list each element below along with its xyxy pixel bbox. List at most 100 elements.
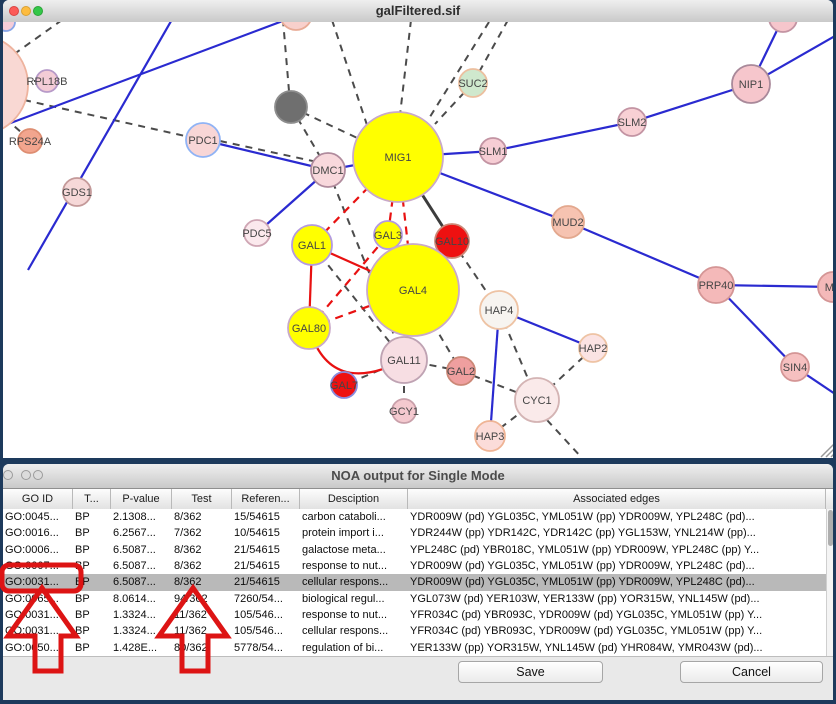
noa-window-titlebar[interactable]: NOA output for Single Mode <box>3 464 833 489</box>
node-label-DMC1: DMC1 <box>312 165 343 177</box>
node-label-GAL80: GAL80 <box>292 323 326 335</box>
node-left-large[interactable] <box>3 35 28 135</box>
network-edge[interactable] <box>283 22 289 91</box>
node-top-cut-2[interactable] <box>769 22 797 32</box>
table-cell: YDR009W (pd) YGL035C, YML051W (pp) YDR00… <box>408 558 826 574</box>
table-cell: BP <box>73 509 111 525</box>
node-label-PRP40: PRP40 <box>699 280 734 292</box>
network-edge[interactable] <box>220 141 322 163</box>
zoom-button[interactable] <box>33 6 43 16</box>
table-row[interactable]: GO:0007...BP6.5087...8/36221/54615respon… <box>3 558 826 574</box>
network-edge[interactable] <box>400 22 411 115</box>
close-button[interactable] <box>9 6 19 16</box>
table-cell: YFR034C (pd) YBR093C, YDR009W (pd) YGL03… <box>408 607 826 623</box>
table-cell: galactose meta... <box>300 542 408 558</box>
table-row[interactable]: GO:0045...BP2.1308...8/36215/54615carbon… <box>3 509 826 525</box>
table-cell: biological regul... <box>300 591 408 607</box>
node-corner-cut[interactable] <box>3 22 15 31</box>
table-cell: GO:0031... <box>3 623 73 639</box>
scrollbar-thumb[interactable] <box>828 510 833 546</box>
table-cell: response to nut... <box>300 607 408 623</box>
node-label-SLM2: SLM2 <box>618 117 647 129</box>
node-label-CYC1: CYC1 <box>522 395 551 407</box>
network-edge[interactable] <box>332 22 368 128</box>
network-edge[interactable] <box>568 222 716 285</box>
column-header-desciption[interactable]: Desciption <box>300 489 408 509</box>
table-row[interactable]: GO:0065...BP8.0614...94/3627260/54...bio… <box>3 591 826 607</box>
window-title: galFiltered.sif <box>3 0 833 22</box>
table-cell: 21/54615 <box>232 558 300 574</box>
network-canvas[interactable]: RPL18BRPS24AGDS1PDC1DMC1MIG1SUC2SLM1PDC5… <box>3 22 833 458</box>
table-cell: GO:0006... <box>3 542 73 558</box>
table-cell: 21/54615 <box>232 542 300 558</box>
zoom-button-inactive[interactable] <box>33 470 43 480</box>
table-cell: 15/54615 <box>232 509 300 525</box>
node-label-GAL2: GAL2 <box>447 366 475 378</box>
network-window: galFiltered.sif RPL18BRPS24AGDS1PDC1DMC1… <box>3 0 833 458</box>
network-edge[interactable] <box>203 140 328 170</box>
network-edge[interactable] <box>547 420 582 458</box>
table-cell: BP <box>73 574 111 590</box>
node-label-GAL1: GAL1 <box>298 240 326 252</box>
table-cell: GO:0016... <box>3 525 73 541</box>
resize-grip-icon[interactable] <box>831 454 833 457</box>
table-cell: BP <box>73 623 111 639</box>
noa-window-title: NOA output for Single Mode <box>3 464 833 488</box>
table-cell: YGL073W (pd) YER103W, YER133W (pp) YOR31… <box>408 591 826 607</box>
column-header-go-id[interactable]: GO ID <box>3 489 73 509</box>
node-label-RPS24A: RPS24A <box>9 136 52 148</box>
column-header-p-value[interactable]: P-value <box>111 489 172 509</box>
table-cell: 105/546... <box>232 607 300 623</box>
column-header-referen-[interactable]: Referen... <box>232 489 300 509</box>
node-label-GAL11: GAL11 <box>387 355 420 367</box>
node-gray-node[interactable] <box>275 91 307 123</box>
node-label-SLM1: SLM1 <box>479 146 508 158</box>
save-button[interactable]: Save <box>458 661 603 683</box>
table-body: GO:0045...BP2.1308...8/36215/54615carbon… <box>3 509 826 656</box>
network-window-titlebar[interactable]: galFiltered.sif <box>3 0 833 23</box>
table-cell: 7/362 <box>172 525 232 541</box>
table-cell: 1.3324... <box>111 607 172 623</box>
minimize-button-inactive[interactable] <box>21 470 31 480</box>
table-cell: 8/362 <box>172 574 232 590</box>
column-header-associated-edges[interactable]: Associated edges <box>408 489 826 509</box>
table-row[interactable]: GO:0031...BP6.5087...8/36221/54615cellul… <box>3 574 826 590</box>
table-cell: 105/546... <box>232 623 300 639</box>
table-cell: 8.0614... <box>111 591 172 607</box>
column-header-t-[interactable]: T... <box>73 489 111 509</box>
table-cell: YDR244W (pp) YDR142C, YDR142C (pp) YGL15… <box>408 525 826 541</box>
column-header-test[interactable]: Test <box>172 489 232 509</box>
network-edge[interactable] <box>493 122 632 151</box>
table-cell: 8/362 <box>172 558 232 574</box>
node-label-SIN4: SIN4 <box>783 362 807 374</box>
table-cell: BP <box>73 558 111 574</box>
table-cell: cellular respons... <box>300 623 408 639</box>
table-cell: BP <box>73 591 111 607</box>
table-cell: 21/54615 <box>232 574 300 590</box>
table-cell: response to nut... <box>300 558 408 574</box>
table-cell: GO:0065... <box>3 591 73 607</box>
table-cell: YFR034C (pd) YBR093C, YDR009W (pd) YGL03… <box>408 623 826 639</box>
table-row[interactable]: GO:0050...BP1.428E...80/3625778/54...reg… <box>3 640 826 656</box>
close-button-inactive[interactable] <box>3 470 13 480</box>
node-label-SUC2: SUC2 <box>458 78 487 90</box>
minimize-button[interactable] <box>21 6 31 16</box>
table-header: GO IDT...P-valueTestReferen...Desciption… <box>3 489 833 510</box>
table-row[interactable]: GO:0006...BP6.5087...8/36221/54615galact… <box>3 542 826 558</box>
table-cell: cellular respons... <box>300 574 408 590</box>
table-cell: 2.1308... <box>111 509 172 525</box>
table-cell: 7260/54... <box>232 591 300 607</box>
table-row[interactable]: GO:0016...BP6.2567...7/36210/54615protei… <box>3 525 826 541</box>
table-cell: carbon cataboli... <box>300 509 408 525</box>
table-row[interactable]: GO:0031...BP1.3324...11/362105/546...res… <box>3 607 826 623</box>
node-top-cut-1[interactable] <box>280 22 312 30</box>
table-cell: YDR009W (pd) YGL035C, YML051W (pp) YDR00… <box>408 509 826 525</box>
table-cell: GO:0050... <box>3 640 73 656</box>
node-label-PDC5: PDC5 <box>242 228 271 240</box>
table-cell: GO:0045... <box>3 509 73 525</box>
table-row[interactable]: GO:0031...BP1.3324...11/362105/546...cel… <box>3 623 826 639</box>
cancel-button[interactable]: Cancel <box>680 661 823 683</box>
table-scrollbar[interactable] <box>826 509 833 656</box>
node-label-GAL7: GAL7 <box>330 380 358 392</box>
network-edge[interactable] <box>10 22 62 57</box>
